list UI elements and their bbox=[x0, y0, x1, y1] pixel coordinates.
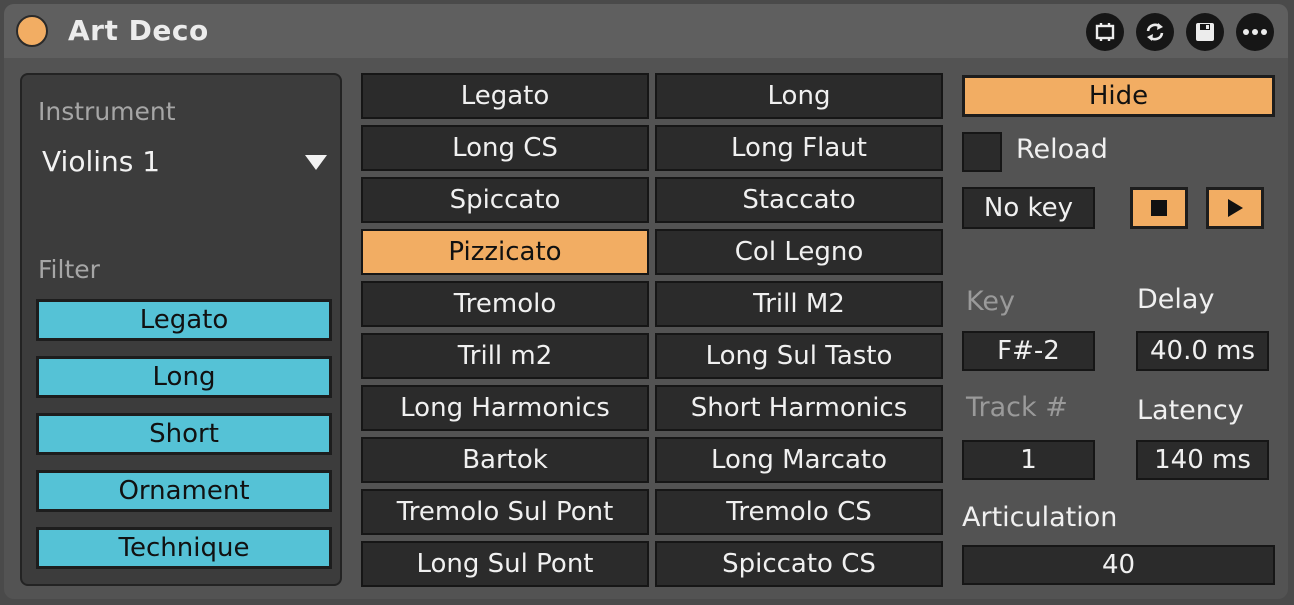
chevron-down-icon[interactable] bbox=[305, 155, 327, 170]
articulation-button[interactable]: Long Harmonics bbox=[361, 385, 649, 431]
latency-field[interactable]: 140 ms bbox=[1136, 440, 1269, 480]
delay-label: Delay bbox=[1137, 284, 1215, 315]
articulation-button[interactable]: Spiccato bbox=[361, 177, 649, 223]
key-label: Key bbox=[966, 286, 1015, 317]
articulation-button[interactable]: Long Marcato bbox=[655, 437, 943, 483]
refresh-button[interactable] bbox=[1136, 13, 1174, 51]
filter-short[interactable]: Short bbox=[36, 413, 332, 455]
track-label: Track # bbox=[966, 392, 1068, 423]
articulation-button[interactable]: Long bbox=[655, 73, 943, 119]
play-icon bbox=[1228, 199, 1243, 217]
device-panel: Art Deco Instrument Violins 1 Filter Leg… bbox=[4, 4, 1288, 599]
save-button[interactable] bbox=[1186, 13, 1224, 51]
power-toggle[interactable] bbox=[16, 15, 48, 47]
articulation-button-selected[interactable]: Pizzicato bbox=[361, 229, 649, 275]
filter-long[interactable]: Long bbox=[36, 356, 332, 398]
device-title: Art Deco bbox=[68, 14, 209, 47]
hide-button[interactable]: Hide bbox=[962, 75, 1275, 117]
articulation-button[interactable]: Tremolo Sul Pont bbox=[361, 489, 649, 535]
instrument-panel: Instrument Violins 1 Filter Legato Long … bbox=[20, 73, 342, 586]
instrument-label: Instrument bbox=[38, 97, 176, 126]
filter-technique[interactable]: Technique bbox=[36, 527, 332, 569]
save-icon bbox=[1196, 23, 1214, 41]
articulation-button[interactable]: Short Harmonics bbox=[655, 385, 943, 431]
latency-label: Latency bbox=[1137, 395, 1244, 426]
articulation-button[interactable]: Tremolo bbox=[361, 281, 649, 327]
key-field[interactable]: F#-2 bbox=[962, 331, 1095, 371]
articulation-button[interactable]: Long Sul Tasto bbox=[655, 333, 943, 379]
articulation-button[interactable]: Trill M2 bbox=[655, 281, 943, 327]
articulation-button[interactable]: Long CS bbox=[361, 125, 649, 171]
refresh-icon bbox=[1146, 23, 1164, 41]
more-button[interactable] bbox=[1236, 13, 1274, 51]
articulation-button[interactable]: Trill m2 bbox=[361, 333, 649, 379]
reload-label: Reload bbox=[1016, 134, 1108, 165]
filter-ornament[interactable]: Ornament bbox=[36, 470, 332, 512]
fit-view-icon bbox=[1095, 23, 1115, 41]
articulation-button[interactable]: Legato bbox=[361, 73, 649, 119]
reload-checkbox[interactable] bbox=[962, 132, 1002, 172]
articulation-button[interactable]: Staccato bbox=[655, 177, 943, 223]
filter-label: Filter bbox=[38, 255, 100, 284]
title-bar: Art Deco bbox=[4, 4, 1288, 58]
articulation-button[interactable]: Bartok bbox=[361, 437, 649, 483]
delay-field[interactable]: 40.0 ms bbox=[1136, 331, 1269, 371]
articulation-button[interactable]: Long Flaut bbox=[655, 125, 943, 171]
articulation-button[interactable]: Long Sul Pont bbox=[361, 541, 649, 587]
more-icon bbox=[1243, 29, 1267, 35]
filter-legato[interactable]: Legato bbox=[36, 299, 332, 341]
play-button[interactable] bbox=[1206, 187, 1264, 229]
no-key-button[interactable]: No key bbox=[962, 187, 1095, 229]
articulation-label: Articulation bbox=[962, 502, 1118, 533]
fit-view-button[interactable] bbox=[1086, 13, 1124, 51]
articulation-button[interactable]: Tremolo CS bbox=[655, 489, 943, 535]
articulation-number-field[interactable]: 40 bbox=[962, 545, 1275, 585]
stop-button[interactable] bbox=[1130, 187, 1188, 229]
articulation-button[interactable]: Col Legno bbox=[655, 229, 943, 275]
articulation-button[interactable]: Spiccato CS bbox=[655, 541, 943, 587]
track-field[interactable]: 1 bbox=[962, 440, 1095, 480]
stop-icon bbox=[1151, 200, 1167, 216]
instrument-select[interactable]: Violins 1 bbox=[42, 145, 160, 178]
